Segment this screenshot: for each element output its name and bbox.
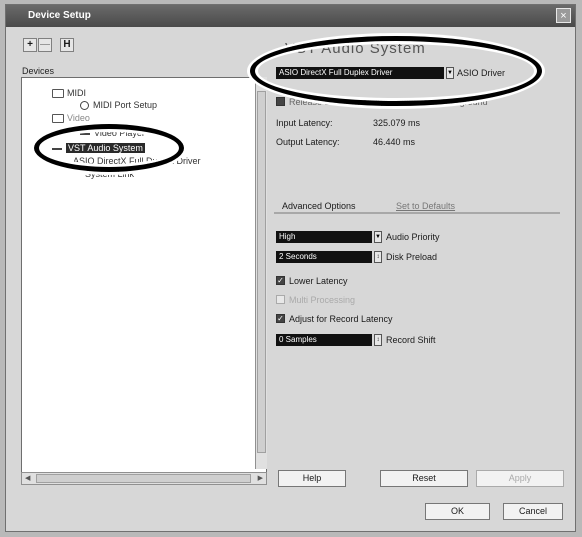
panel-title: VST Audio System — [285, 40, 426, 57]
tree-item-vst-audio-system[interactable]: VST Audio System — [52, 143, 145, 153]
tree-item-video-player[interactable]: Video Player — [80, 128, 145, 138]
ok-button[interactable]: OK — [425, 503, 490, 520]
asio-driver-label: ASIO Driver — [457, 68, 506, 78]
tab-divider — [274, 212, 560, 214]
tree-item-midi[interactable]: MIDI — [52, 88, 86, 99]
audio-icon — [52, 147, 62, 150]
output-latency-value: 46.440 ms — [373, 137, 416, 147]
record-shift-label: Record Shift — [386, 335, 436, 345]
devices-label: Devices — [22, 66, 55, 76]
folder-icon — [52, 114, 64, 124]
input-latency-value: 325.079 ms — [373, 118, 421, 128]
disk-preload-field[interactable]: 2 Seconds — [276, 251, 372, 263]
cancel-button[interactable]: Cancel — [503, 503, 563, 520]
apply-button[interactable]: Apply — [476, 470, 564, 487]
reset-button[interactable]: Reset — [380, 470, 468, 487]
adjust-record-latency-checkbox[interactable]: ✓ — [276, 314, 285, 323]
horizontal-scroll-thumb[interactable] — [36, 474, 251, 483]
set-to-defaults-link[interactable]: Set to Defaults — [396, 201, 455, 211]
vertical-scroll-thumb[interactable] — [257, 91, 266, 453]
audio-priority-dropdown-icon[interactable]: ▼ — [374, 231, 382, 243]
video-icon — [80, 132, 90, 135]
tree-item-asio-driver[interactable]: ASIO DirectX Full Duplex Driver — [73, 156, 201, 166]
output-latency-label: Output Latency: — [276, 137, 340, 147]
tree-item-midi-port-setup[interactable]: MIDI Port Setup — [80, 100, 157, 111]
multi-processing-checkbox[interactable] — [276, 295, 285, 304]
adjust-record-latency-label: Adjust for Record Latency — [289, 314, 393, 324]
asio-driver-dropdown-icon[interactable]: ▼ — [446, 67, 454, 79]
remove-device-button[interactable]: — — [38, 38, 52, 52]
tree-horizontal-scrollbar[interactable]: ◀ ▶ — [21, 472, 267, 485]
add-device-button[interactable]: + — [23, 38, 37, 52]
close-button[interactable]: × — [556, 8, 571, 23]
scroll-left-icon[interactable]: ◀ — [25, 474, 30, 482]
tab-advanced-options[interactable]: Advanced Options — [282, 201, 356, 211]
scroll-right-icon[interactable]: ▶ — [258, 474, 263, 482]
release-driver-label: Release Driver when Application is in Ba… — [289, 97, 488, 107]
multi-processing-label: Multi Processing — [289, 295, 356, 305]
audio-priority-label: Audio Priority — [386, 232, 440, 242]
lower-latency-checkbox[interactable]: ✓ — [276, 276, 285, 285]
tree-vertical-scrollbar[interactable] — [255, 77, 267, 469]
disk-preload-stepper-icon[interactable]: ↕ — [374, 251, 382, 263]
tree-item-video[interactable]: Video — [52, 113, 90, 124]
release-driver-checkbox[interactable] — [276, 97, 285, 106]
disk-preload-label: Disk Preload — [386, 252, 438, 262]
devices-tree — [21, 77, 267, 485]
folder-icon — [52, 89, 64, 99]
record-shift-field[interactable]: 0 Samples — [276, 334, 372, 346]
asio-driver-select[interactable]: ASIO DirectX Full Duplex Driver — [276, 67, 444, 79]
lower-latency-label: Lower Latency — [289, 276, 348, 286]
tree-item-system-link[interactable]: System Link — [85, 169, 134, 179]
input-latency-label: Input Latency: — [276, 118, 333, 128]
help-button[interactable]: Help — [278, 470, 346, 487]
screenshot-frame: Device Setup × + — H Devices MIDI MIDI P… — [0, 0, 582, 537]
reset-device-button[interactable]: H — [60, 38, 74, 52]
title-bar[interactable]: Device Setup × — [6, 5, 575, 27]
audio-priority-select[interactable]: High — [276, 231, 372, 243]
port-icon — [80, 101, 89, 111]
record-shift-stepper-icon[interactable]: ↕ — [374, 334, 382, 346]
window-title: Device Setup — [28, 10, 91, 21]
